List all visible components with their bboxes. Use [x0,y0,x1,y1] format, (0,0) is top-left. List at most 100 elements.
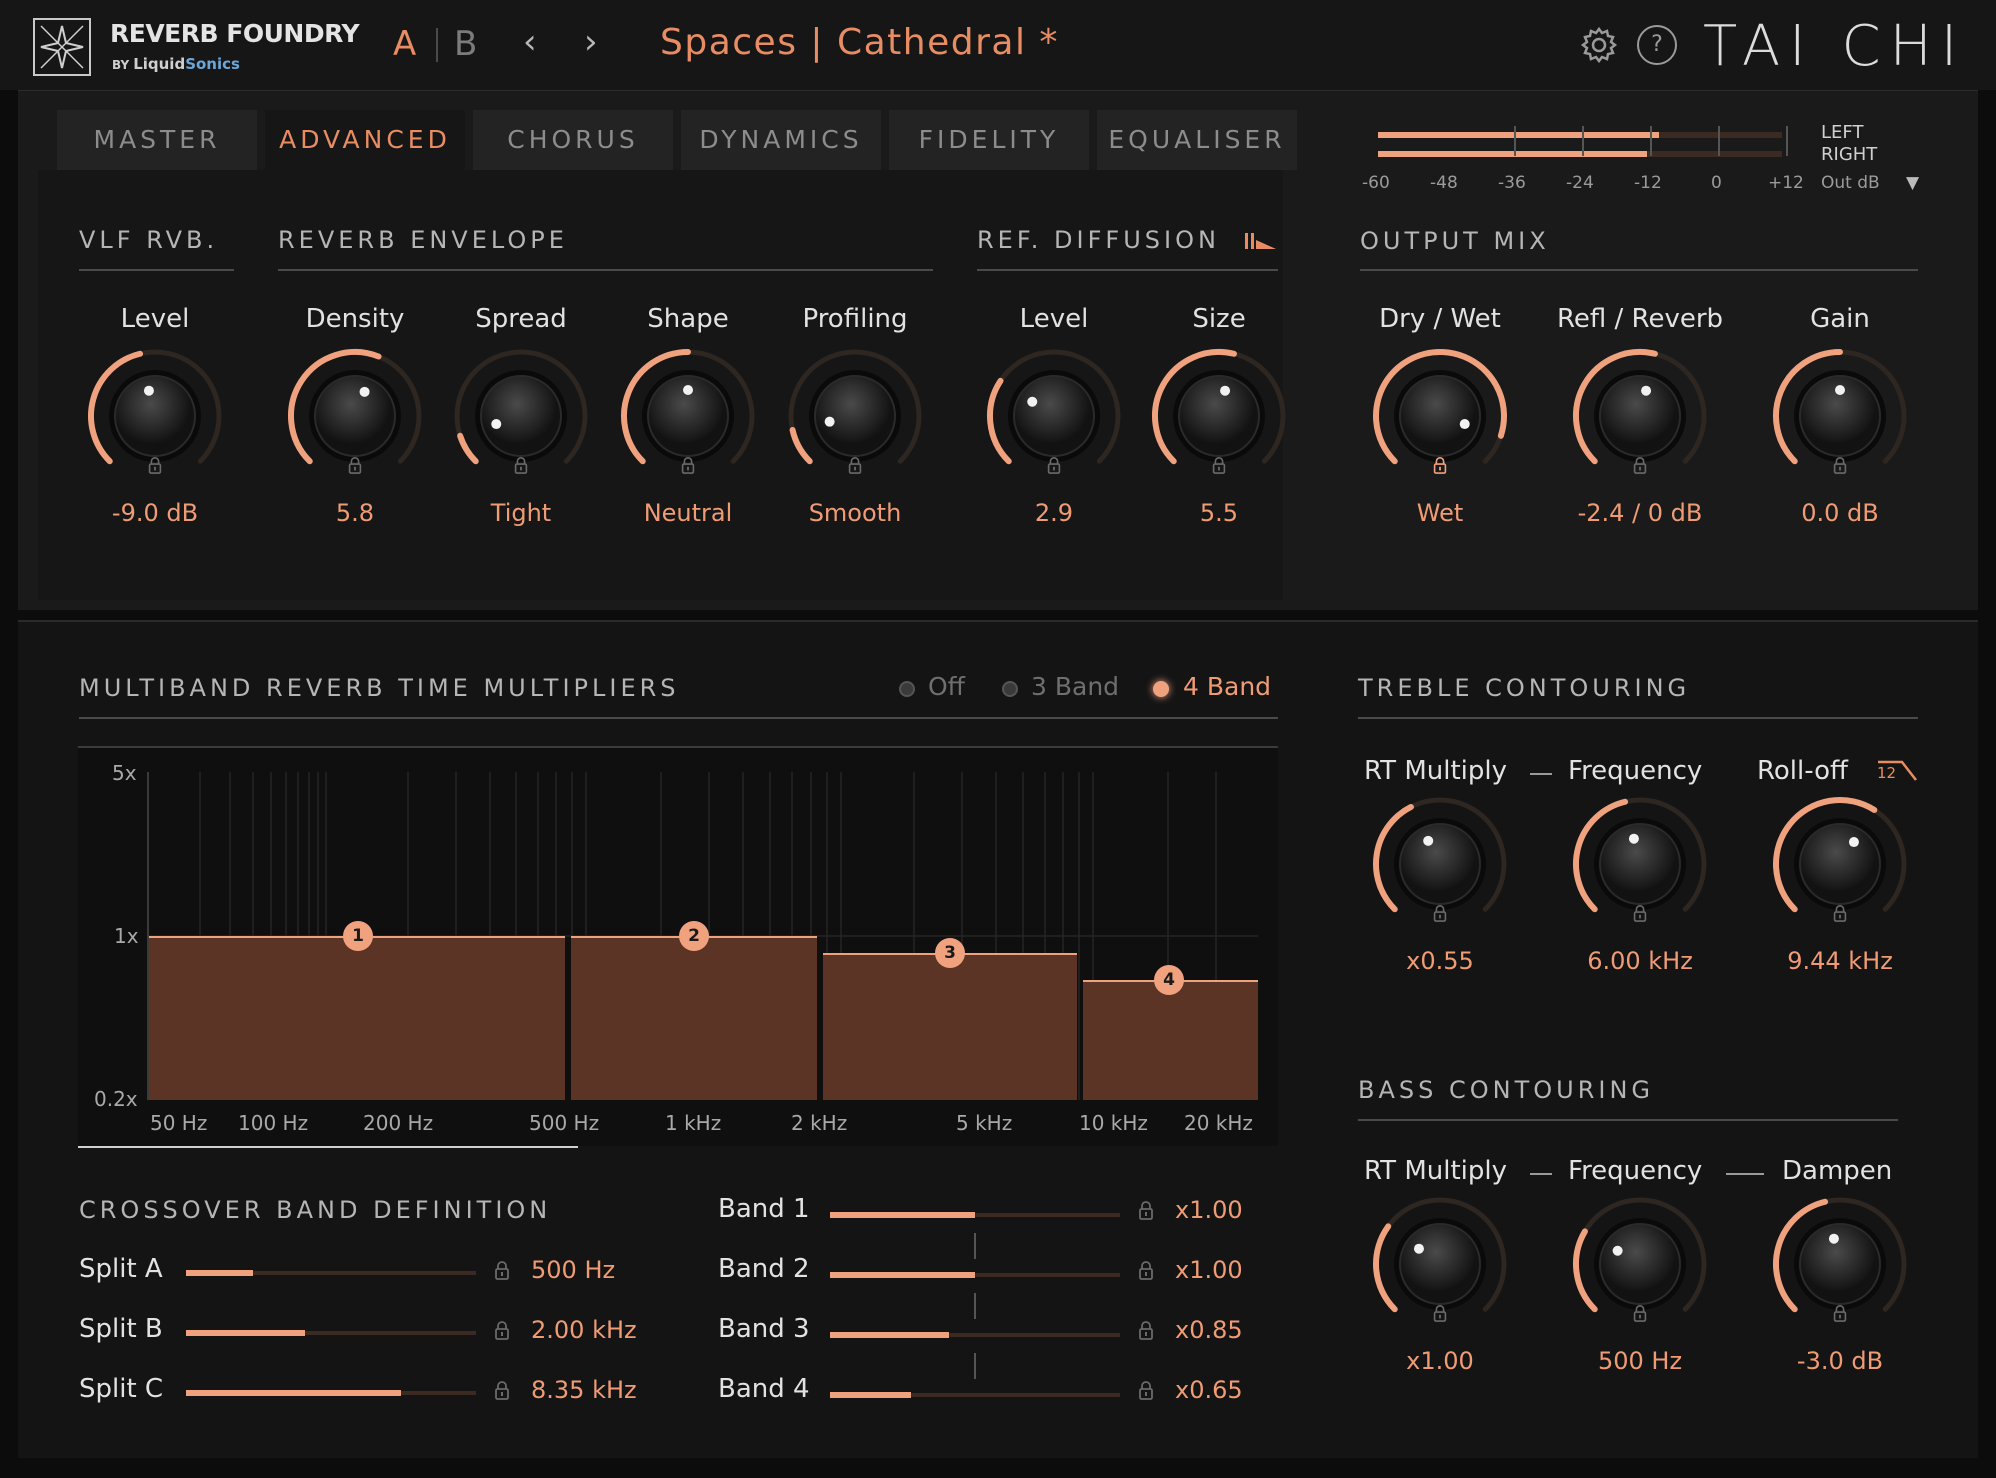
lock-icon[interactable] [1632,904,1648,922]
band-4-region[interactable] [1083,979,1258,1100]
band-4-handle[interactable]: 4 [1154,964,1184,995]
band-4-slider[interactable] [830,1392,1120,1398]
band-2-region[interactable] [571,936,817,1100]
divider [79,269,234,271]
band-1-slider[interactable] [830,1212,1120,1218]
lock-icon[interactable] [147,456,163,474]
ref-diffusion-heading: REF. DIFFUSION [977,226,1220,254]
preset-name-button[interactable]: Spaces | Cathedral * [660,22,1059,63]
meter-tick [1514,126,1516,156]
lock-icon[interactable] [1138,1200,1154,1220]
slider-center-tick [974,1293,976,1319]
lock-icon[interactable] [494,1320,510,1340]
meter-left-label: LEFT [1821,122,1864,143]
mode-off-label[interactable]: Off [928,672,965,701]
product-name: TAI CHI [1703,14,1967,79]
band-2-handle[interactable]: 2 [679,921,709,951]
mode-3band-label[interactable]: 3 Band [1031,672,1119,701]
previous-preset-button[interactable]: ‹ [523,22,537,62]
mode-off-radio[interactable] [899,681,915,697]
meter-scale-label: -36 [1498,173,1526,193]
lock-icon[interactable] [1211,456,1227,474]
x-axis-label: 100 Hz [238,1111,309,1135]
knob-label: Shape [647,304,729,334]
lock-icon[interactable] [847,456,863,474]
knob-label: Size [1192,304,1246,334]
band-1-region[interactable] [149,936,565,1100]
split-b-slider[interactable] [186,1330,476,1336]
lock-icon[interactable] [1632,1304,1648,1322]
split-c-slider[interactable] [186,1390,476,1396]
meter-mode-dropdown[interactable]: Out dB [1821,173,1880,193]
divider [977,269,1278,271]
link-line [1530,773,1552,775]
tab-fidelity[interactable]: FIDELITY [889,110,1089,170]
rolloff-slope-icon[interactable]: 12 [1876,760,1920,784]
band-1-handle[interactable]: 1 [343,921,373,951]
ab-compare-a-button[interactable]: A [393,24,416,64]
gear-icon[interactable] [1579,25,1619,65]
knob-value: 9.44 kHz [1787,947,1893,975]
slider-center-tick [974,1353,976,1379]
treble-contouring-heading: TREBLE CONTOURING [1358,674,1691,702]
brand-company: BY LiquidSonics [112,55,240,73]
knob-label: Density [305,304,405,334]
graph-top-border [78,746,1278,748]
x-axis-label: 2 kHz [791,1111,848,1135]
meter-right-fill [1378,151,1648,157]
knob-label: Dry / Wet [1379,304,1501,334]
crossover-heading: CROSSOVER BAND DEFINITION [79,1196,552,1224]
knob-value: 2.9 [1034,499,1074,527]
band-3-handle[interactable]: 3 [935,937,965,968]
ab-compare-b-button[interactable]: B [454,24,477,64]
slider-fill [830,1392,912,1398]
meter-left-track [1378,132,1782,138]
lock-icon[interactable] [494,1380,510,1400]
lock-icon[interactable] [494,1260,510,1280]
lock-icon[interactable] [1632,456,1648,474]
band-2-slider[interactable] [830,1272,1120,1278]
tab-master[interactable]: MASTER [57,110,257,170]
lock-icon[interactable] [1138,1320,1154,1340]
help-icon[interactable]: ? [1637,25,1677,65]
y-axis-label: 1x [114,924,139,948]
bass-frequency-label: Frequency [1568,1156,1703,1186]
diffusion-mode-icon[interactable] [1244,230,1278,252]
lock-icon[interactable] [1046,456,1062,474]
split-c-value: 8.35 kHz [531,1376,637,1404]
bass-dampen-label: Dampen [1782,1156,1893,1186]
split-c-label: Split C [79,1374,164,1404]
lock-icon[interactable] [1432,456,1448,474]
tab-advanced[interactable]: ADVANCED [265,110,465,170]
meter-right-label: RIGHT [1821,144,1878,165]
next-preset-button[interactable]: › [584,22,598,62]
lock-icon[interactable] [347,456,363,474]
split-a-slider[interactable] [186,1270,476,1276]
mode-4band-label[interactable]: 4 Band [1183,672,1271,701]
x-axis-label: 500 Hz [529,1111,600,1135]
graph-bottom-border [78,1146,578,1148]
brand-name: REVERB FOUNDRY [110,19,360,48]
lock-icon[interactable] [1138,1380,1154,1400]
tab-dynamics[interactable]: DYNAMICS [681,110,881,170]
mode-4band-radio[interactable] [1153,681,1169,697]
knob-value: 0.0 dB [1801,499,1879,527]
lock-icon[interactable] [1432,904,1448,922]
tab-equaliser[interactable]: EQUALISER [1097,110,1297,170]
mode-3band-radio[interactable] [1002,681,1018,697]
lock-icon[interactable] [1832,904,1848,922]
y-axis-label: 5x [112,761,137,785]
lock-icon[interactable] [513,456,529,474]
lock-icon[interactable] [1432,1304,1448,1322]
band-3-region[interactable] [823,952,1077,1100]
tab-chorus[interactable]: CHORUS [473,110,673,170]
lock-icon[interactable] [1832,1304,1848,1322]
link-line [1726,1173,1764,1175]
chevron-down-icon[interactable]: ▼ [1906,173,1919,193]
lock-icon[interactable] [1138,1260,1154,1280]
lock-icon[interactable] [1832,456,1848,474]
lock-icon[interactable] [680,456,696,474]
meter-scale-label: -12 [1634,173,1662,193]
band-3-slider[interactable] [830,1332,1120,1338]
slider-fill [186,1390,401,1396]
